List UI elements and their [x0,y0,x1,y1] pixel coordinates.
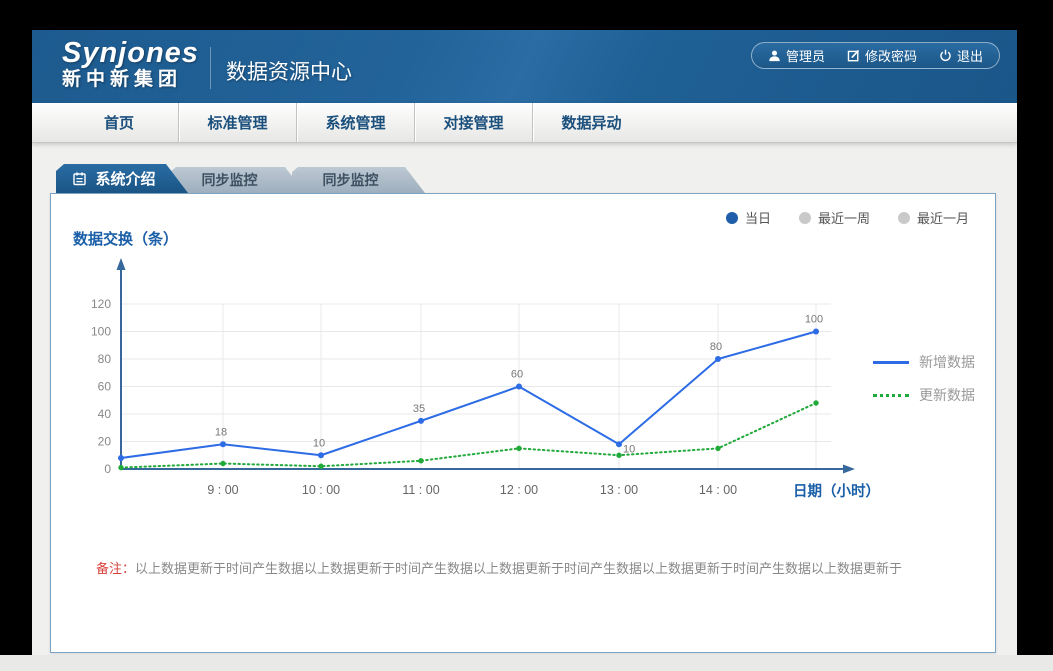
content-panel: 当日 最近一周 最近一月 数据交换（条） 0 20 40 60 80 100 120 9 : … [50,193,996,653]
nav-item-home[interactable]: 首页 [60,103,178,142]
radio-icon [897,211,910,224]
nav-item-label: 对接管理 [443,115,504,132]
nav-item-integration-mgmt[interactable]: 对接管理 [414,103,532,142]
legend-item-new-data[interactable]: 新增数据 [873,352,975,372]
svg-text:60: 60 [98,380,112,394]
svg-text:40: 40 [98,407,112,421]
app-window: Synjones 新中新集团 数据资源中心 管理员 修改密码 退出 首页 标准管… [32,30,1017,655]
svg-text:35: 35 [413,403,425,415]
filter-option-last-month[interactable]: 最近一月 [897,208,969,227]
filter-option-today[interactable]: 当日 [725,208,771,227]
legend-item-updated-data[interactable]: 更新数据 [873,385,975,405]
svg-text:14 : 00: 14 : 00 [699,483,737,497]
nav-item-label: 标准管理 [207,115,268,132]
remark-note: 备注：以上数据更新于时间产生数据以上数据更新于时间产生数据以上数据更新于时间产生… [96,558,902,577]
user-icon [768,49,781,62]
legend-label: 更新数据 [919,387,975,403]
svg-text:0: 0 [104,462,111,476]
header-bar: Synjones 新中新集团 数据资源中心 管理员 修改密码 退出 [32,30,1017,103]
tab-label: 系统介绍 [95,171,156,188]
svg-text:11 : 00: 11 : 00 [402,483,439,497]
svg-text:10 : 00: 10 : 00 [302,483,340,497]
radio-icon [798,211,811,224]
svg-text:100: 100 [805,314,823,326]
logo-secondary-text: 新中新集团 [62,69,183,90]
remark-prefix: 备注： [96,561,136,576]
company-logo: Synjones 新中新集团 [62,38,199,92]
change-password-button[interactable]: 修改密码 [847,46,917,65]
nav-item-label: 首页 [103,115,134,132]
svg-text:12 : 00: 12 : 00 [500,483,538,497]
radio-label: 当日 [744,211,771,226]
user-toolbar: 管理员 修改密码 退出 [750,42,1000,69]
tab-label: 同步监控 [201,172,258,188]
logout-button[interactable]: 退出 [939,46,983,65]
nav-item-label: 数据异动 [561,115,622,132]
svg-text:日期（小时）: 日期（小时） [793,482,880,500]
svg-text:80: 80 [98,352,112,366]
logout-label: 退出 [956,49,983,64]
svg-text:10: 10 [313,437,325,449]
svg-text:13 : 00: 13 : 00 [600,483,638,497]
clipboard-icon [72,171,87,186]
main-nav: 首页 标准管理 系统管理 对接管理 数据异动 [32,103,1017,143]
radio-label: 最近一周 [817,211,870,226]
svg-text:9 : 00: 9 : 00 [207,483,238,497]
power-icon [939,49,952,62]
svg-text:60: 60 [511,369,523,381]
change-password-label: 修改密码 [864,49,917,64]
time-range-filter: 当日 最近一周 最近一月 [725,208,969,227]
page-bottom-strip [0,655,1053,671]
tab-sync-monitor-2[interactable]: 同步监控 [292,167,425,193]
tab-bar: 同步监控 同步监控 系统介绍 [56,164,556,193]
legend-label: 新增数据 [919,354,975,370]
filter-option-last-week[interactable]: 最近一周 [798,208,870,227]
current-user[interactable]: 管理员 [768,46,825,65]
svg-text:20: 20 [98,435,112,449]
nav-item-data-change[interactable]: 数据异动 [532,103,650,142]
remark-text: 以上数据更新于时间产生数据以上数据更新于时间产生数据以上数据更新于时间产生数据以… [135,561,903,576]
nav-item-standard-mgmt[interactable]: 标准管理 [178,103,296,142]
radio-icon [725,211,738,224]
svg-text:18: 18 [215,426,227,438]
dotted-line-icon [873,393,909,397]
header-divider [210,47,211,89]
solid-line-icon [873,360,909,364]
svg-text:10: 10 [623,443,635,455]
svg-text:120: 120 [91,297,111,311]
line-chart: 0 20 40 60 80 100 120 9 : 00 10 : 00 11 : 00 12 : … [91,258,880,500]
user-label: 管理员 [785,49,825,64]
edit-icon [847,49,860,62]
logo-primary-text: Synjones [62,37,199,69]
svg-text:100: 100 [91,325,111,339]
tab-sync-monitor-1[interactable]: 同步监控 [170,167,305,193]
svg-text:80: 80 [710,341,722,353]
tab-system-intro[interactable]: 系统介绍 [56,164,188,193]
radio-label: 最近一月 [916,211,969,226]
nav-item-label: 系统管理 [325,115,386,132]
nav-item-system-mgmt[interactable]: 系统管理 [296,103,414,142]
chart-legend: 新增数据 更新数据 [873,352,975,405]
page-title: 数据资源中心 [226,61,352,84]
tab-label: 同步监控 [322,172,379,188]
y-axis-title: 数据交换（条） [73,231,179,248]
